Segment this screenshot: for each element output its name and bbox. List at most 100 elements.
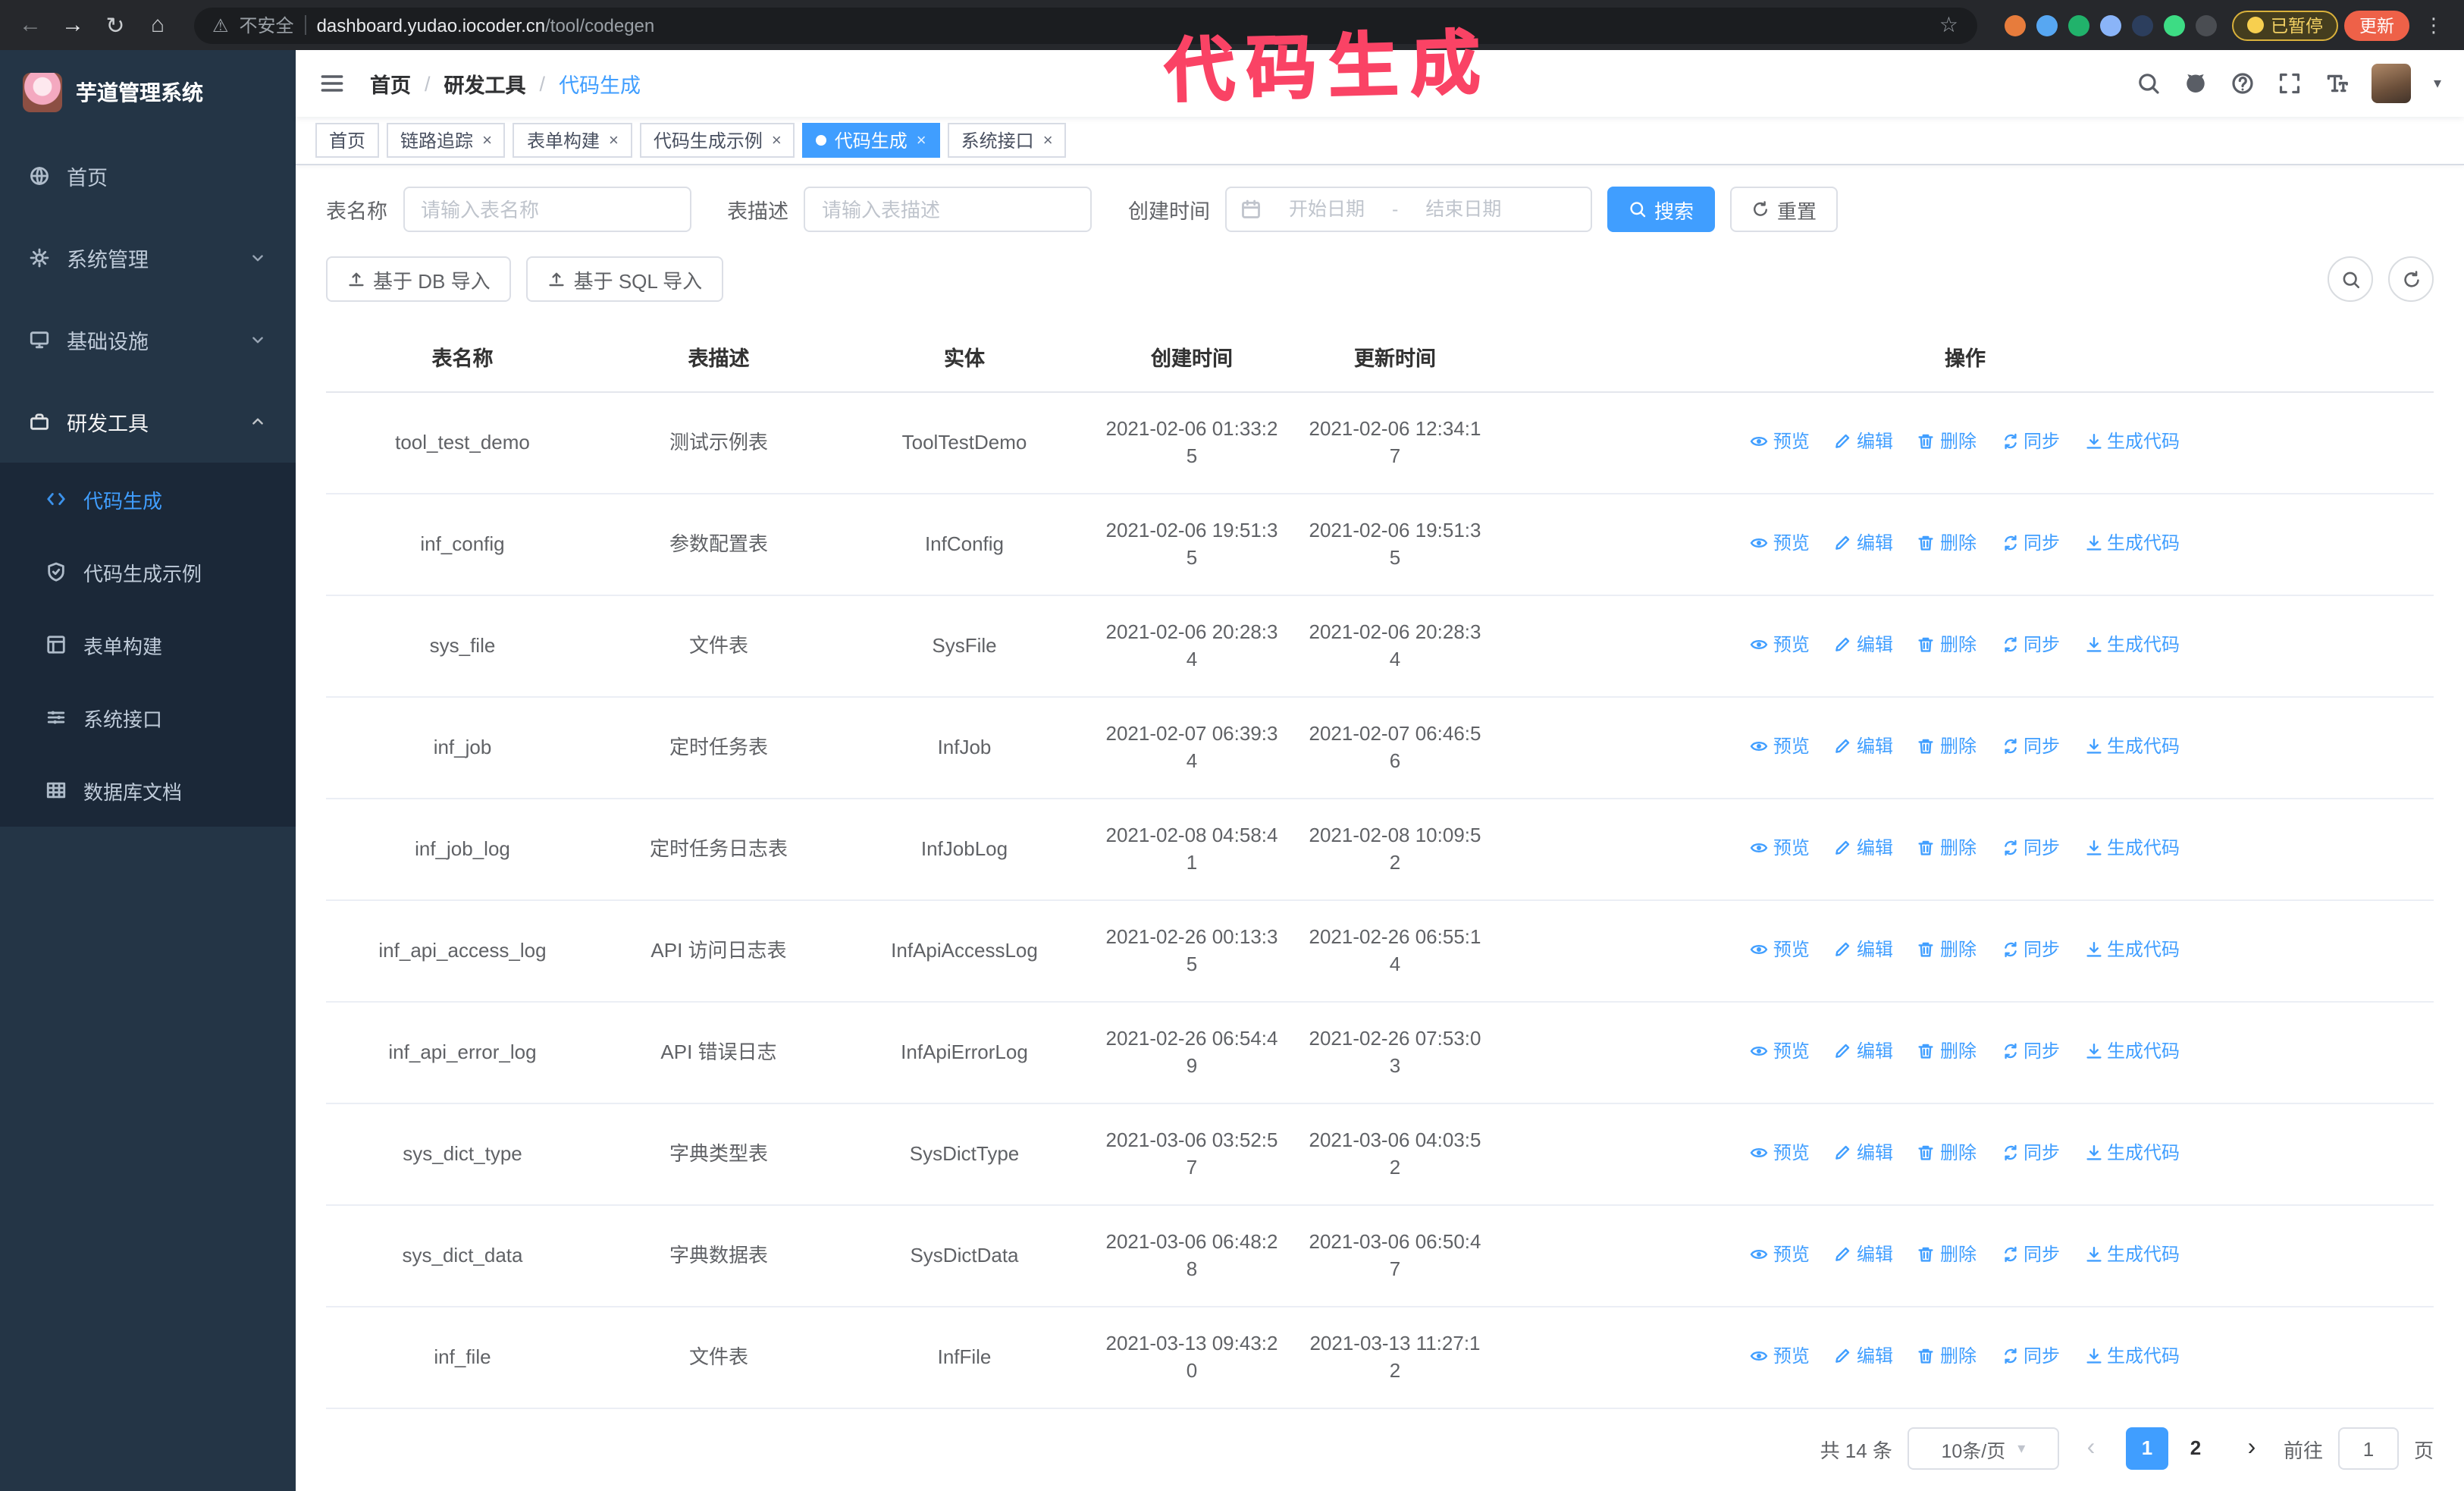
action-eye[interactable]: 预览 [1751, 936, 1810, 963]
reload-icon[interactable]: ↻ [97, 7, 133, 43]
help-icon[interactable] [2230, 71, 2255, 96]
end-date-input[interactable] [1404, 199, 1523, 220]
sidebar-item-0[interactable]: 首页 [0, 135, 296, 217]
github-icon[interactable] [2183, 71, 2208, 96]
action-download[interactable]: 生成代码 [2084, 631, 2180, 658]
action-trash[interactable]: 删除 [1917, 631, 1977, 658]
action-edit[interactable]: 编辑 [1834, 428, 1893, 455]
tab-2[interactable]: 表单构建 × [513, 123, 632, 158]
action-trash[interactable]: 删除 [1917, 936, 1977, 963]
close-tab-icon[interactable]: × [1043, 131, 1053, 149]
import-db-button[interactable]: 基于 DB 导入 [326, 256, 512, 302]
action-sync[interactable]: 同步 [2001, 631, 2060, 658]
action-trash[interactable]: 删除 [1917, 733, 1977, 760]
hamburger-icon[interactable] [318, 70, 346, 97]
action-edit[interactable]: 编辑 [1834, 1139, 1893, 1166]
prev-page-button[interactable]: ‹ [2074, 1435, 2108, 1462]
bookmark-star-icon[interactable]: ☆ [1939, 12, 1958, 38]
action-sync[interactable]: 同步 [2001, 1342, 2060, 1370]
app-logo-row[interactable]: 芋道管理系统 [0, 50, 296, 135]
action-edit[interactable]: 编辑 [1834, 631, 1893, 658]
page-button-1[interactable]: 1 [2125, 1427, 2168, 1470]
action-download[interactable]: 生成代码 [2084, 428, 2180, 455]
fullscreen-icon[interactable] [2277, 71, 2302, 96]
action-download[interactable]: 生成代码 [2084, 733, 2180, 760]
action-eye[interactable]: 预览 [1751, 529, 1810, 557]
action-trash[interactable]: 删除 [1917, 1037, 1977, 1065]
action-eye[interactable]: 预览 [1751, 631, 1810, 658]
action-eye[interactable]: 预览 [1751, 834, 1810, 862]
action-edit[interactable]: 编辑 [1834, 529, 1893, 557]
sidebar-item-3[interactable]: 研发工具 [0, 381, 296, 463]
paused-badge[interactable]: 已暂停 [2231, 10, 2338, 40]
action-sync[interactable]: 同步 [2001, 1037, 2060, 1065]
sidebar-subitem-1[interactable]: 代码生成示例 [0, 535, 296, 608]
action-sync[interactable]: 同步 [2001, 529, 2060, 557]
action-download[interactable]: 生成代码 [2084, 1342, 2180, 1370]
sidebar-subitem-0[interactable]: 代码生成 [0, 463, 296, 535]
date-range-picker[interactable]: - [1225, 187, 1592, 232]
action-sync[interactable]: 同步 [2001, 428, 2060, 455]
update-button[interactable]: 更新 [2344, 10, 2409, 40]
extension-icon-5[interactable] [2131, 14, 2152, 36]
address-bar[interactable]: ⚠ 不安全 dashboard.yudao.iocoder.cn/tool/co… [194, 7, 1977, 43]
action-eye[interactable]: 预览 [1751, 1241, 1810, 1268]
sidebar-subitem-3[interactable]: 系统接口 [0, 681, 296, 754]
action-download[interactable]: 生成代码 [2084, 936, 2180, 963]
close-tab-icon[interactable]: × [772, 131, 782, 149]
sidebar-item-2[interactable]: 基础设施 [0, 299, 296, 381]
action-sync[interactable]: 同步 [2001, 1241, 2060, 1268]
tab-3[interactable]: 代码生成示例 × [639, 123, 795, 158]
action-trash[interactable]: 删除 [1917, 1241, 1977, 1268]
table-name-input[interactable] [403, 187, 691, 232]
security-label[interactable]: 不安全 [240, 12, 294, 38]
sidebar-subitem-2[interactable]: 表单构建 [0, 608, 296, 681]
header-search-icon[interactable] [2136, 71, 2161, 96]
action-eye[interactable]: 预览 [1751, 733, 1810, 760]
extension-icon-3[interactable] [2067, 14, 2089, 36]
tab-0[interactable]: 首页 [315, 123, 380, 158]
tab-1[interactable]: 链路追踪 × [387, 123, 506, 158]
close-tab-icon[interactable]: × [917, 131, 926, 149]
action-edit[interactable]: 编辑 [1834, 834, 1893, 862]
sidebar-item-1[interactable]: 系统管理 [0, 217, 296, 299]
action-sync[interactable]: 同步 [2001, 834, 2060, 862]
user-avatar[interactable] [2371, 64, 2411, 103]
action-trash[interactable]: 删除 [1917, 1342, 1977, 1370]
reset-button[interactable]: 重置 [1730, 187, 1839, 232]
close-tab-icon[interactable]: × [482, 131, 492, 149]
close-tab-icon[interactable]: × [609, 131, 619, 149]
action-eye[interactable]: 预览 [1751, 1342, 1810, 1370]
extension-icon-6[interactable] [2163, 14, 2184, 36]
action-sync[interactable]: 同步 [2001, 936, 2060, 963]
toggle-search-button[interactable] [2328, 256, 2373, 302]
page-size-select[interactable]: 10条/页 ▾ [1907, 1427, 2059, 1470]
next-page-button[interactable]: › [2235, 1435, 2268, 1462]
action-trash[interactable]: 删除 [1917, 428, 1977, 455]
font-size-icon[interactable] [2324, 71, 2349, 96]
tab-5[interactable]: 系统接口 × [947, 123, 1067, 158]
extension-icon-7[interactable] [2195, 14, 2216, 36]
tab-4[interactable]: 代码生成 × [802, 123, 940, 158]
sidebar-subitem-4[interactable]: 数据库文档 [0, 754, 296, 827]
avatar-caret-icon[interactable]: ▾ [2434, 75, 2441, 92]
breadcrumb-home[interactable]: 首页 [370, 68, 411, 99]
action-eye[interactable]: 预览 [1751, 428, 1810, 455]
extension-icon-1[interactable] [2004, 14, 2025, 36]
action-sync[interactable]: 同步 [2001, 733, 2060, 760]
action-download[interactable]: 生成代码 [2084, 529, 2180, 557]
action-eye[interactable]: 预览 [1751, 1037, 1810, 1065]
search-button[interactable]: 搜索 [1607, 187, 1716, 232]
action-trash[interactable]: 删除 [1917, 834, 1977, 862]
action-download[interactable]: 生成代码 [2084, 834, 2180, 862]
action-eye[interactable]: 预览 [1751, 1139, 1810, 1166]
action-download[interactable]: 生成代码 [2084, 1037, 2180, 1065]
table-desc-input[interactable] [804, 187, 1092, 232]
action-edit[interactable]: 编辑 [1834, 1241, 1893, 1268]
goto-page-input[interactable] [2337, 1427, 2399, 1470]
action-download[interactable]: 生成代码 [2084, 1241, 2180, 1268]
action-trash[interactable]: 删除 [1917, 1139, 1977, 1166]
action-trash[interactable]: 删除 [1917, 529, 1977, 557]
kebab-menu-icon[interactable]: ⋮ [2415, 7, 2452, 43]
back-icon[interactable]: ← [12, 7, 49, 43]
